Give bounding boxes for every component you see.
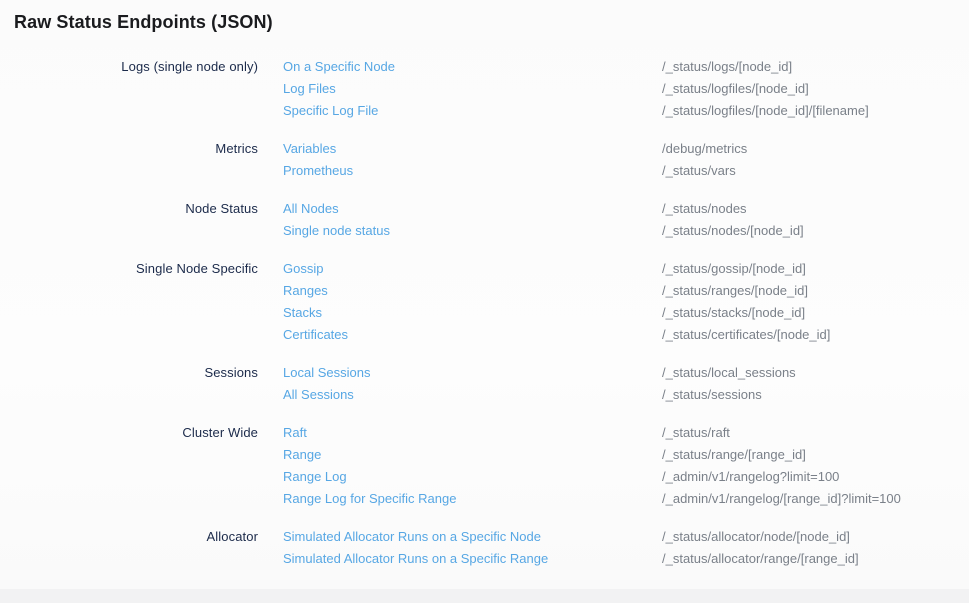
endpoint-path: /_admin/v1/rangelog/[range_id]?limit=100 <box>662 491 969 506</box>
endpoint-row: Range Log for Specific Range /_admin/v1/r… <box>0 487 969 509</box>
endpoint-row: Stacks /_status/stacks/[node_id] <box>0 301 969 323</box>
endpoint-path: /_status/logs/[node_id] <box>662 59 969 74</box>
endpoint-link-cell: Variables <box>283 141 637 156</box>
endpoint-group: Single Node Specific Gossip /_status/gossi… <box>0 257 969 345</box>
endpoint-path: /_status/logfiles/[node_id]/[filename] <box>662 103 969 118</box>
raw-status-endpoints-page: Raw Status Endpoints (JSON) Logs (single… <box>0 0 969 603</box>
endpoint-row: Range Log /_admin/v1/rangelog?limit=100 <box>0 465 969 487</box>
endpoint-link-cell: Range <box>283 447 637 462</box>
endpoint-link-cell: Ranges <box>283 283 637 298</box>
endpoint-row: Single Node Specific Gossip /_status/gossi… <box>0 257 969 279</box>
endpoint-link-cell: Gossip <box>283 261 637 276</box>
page-title: Raw Status Endpoints (JSON) <box>14 12 273 33</box>
category-label: Cluster Wide <box>0 425 258 440</box>
endpoint-link[interactable]: Specific Log File <box>283 103 378 118</box>
endpoint-link-cell: Stacks <box>283 305 637 320</box>
endpoint-link-cell: All Sessions <box>283 387 637 402</box>
endpoint-path: /_admin/v1/rangelog?limit=100 <box>662 469 969 484</box>
endpoint-link[interactable]: Range Log for Specific Range <box>283 491 456 506</box>
endpoint-path: /_status/nodes/[node_id] <box>662 223 969 238</box>
endpoint-link-cell: Certificates <box>283 327 637 342</box>
endpoint-row: Node Status All Nodes /_status/nodes <box>0 197 969 219</box>
endpoint-group: Cluster Wide Raft /_status/raft Range /_stat… <box>0 421 969 509</box>
endpoint-group: Logs (single node only) On a Specific Nod… <box>0 55 969 121</box>
endpoint-link[interactable]: All Nodes <box>283 201 339 216</box>
endpoints-table: Logs (single node only) On a Specific Nod… <box>0 55 969 585</box>
endpoint-path: /_status/range/[range_id] <box>662 447 969 462</box>
category-label: Logs (single node only) <box>0 59 258 74</box>
endpoint-row: Certificates /_status/certificates/[node_… <box>0 323 969 345</box>
endpoint-row: Specific Log File /_status/logfiles/[node… <box>0 99 969 121</box>
endpoint-path: /_status/nodes <box>662 201 969 216</box>
endpoint-group: Metrics Variables/debug/metrics Prometheus… <box>0 137 969 181</box>
endpoint-link-cell: On a Specific Node <box>283 59 637 74</box>
endpoint-row: Sessions Local Sessions /_status/local_ses… <box>0 361 969 383</box>
endpoint-link[interactable]: Simulated Allocator Runs on a Specific R… <box>283 551 548 566</box>
endpoint-link-cell: Range Log for Specific Range <box>283 491 637 506</box>
endpoint-link[interactable]: Single node status <box>283 223 390 238</box>
endpoint-link[interactable]: Range Log <box>283 469 347 484</box>
endpoint-link[interactable]: Range <box>283 447 321 462</box>
endpoint-path: /_status/allocator/range/[range_id] <box>662 551 969 566</box>
endpoint-link[interactable]: All Sessions <box>283 387 354 402</box>
endpoint-row: Log Files /_status/logfiles/[node_id] <box>0 77 969 99</box>
endpoint-link[interactable]: Local Sessions <box>283 365 370 380</box>
endpoint-path: /_status/stacks/[node_id] <box>662 305 969 320</box>
endpoint-link[interactable]: Variables <box>283 141 336 156</box>
endpoint-path: /_status/logfiles/[node_id] <box>662 81 969 96</box>
endpoint-row: Allocator Simulated Allocator Runs on a S… <box>0 525 969 547</box>
endpoint-path: /_status/ranges/[node_id] <box>662 283 969 298</box>
endpoint-link-cell: Single node status <box>283 223 637 238</box>
endpoint-link[interactable]: Gossip <box>283 261 323 276</box>
endpoint-link-cell: Prometheus <box>283 163 637 178</box>
endpoint-path: /_status/gossip/[node_id] <box>662 261 969 276</box>
endpoint-link-cell: Log Files <box>283 81 637 96</box>
category-label: Sessions <box>0 365 258 380</box>
endpoint-path: /_status/raft <box>662 425 969 440</box>
endpoint-link[interactable]: Log Files <box>283 81 336 96</box>
endpoint-link-cell: Range Log <box>283 469 637 484</box>
endpoint-path: /_status/allocator/node/[node_id] <box>662 529 969 544</box>
endpoint-link-cell: Raft <box>283 425 637 440</box>
endpoint-path: /_status/local_sessions <box>662 365 969 380</box>
endpoint-path: /_status/vars <box>662 163 969 178</box>
endpoint-row: Logs (single node only) On a Specific Nod… <box>0 55 969 77</box>
endpoint-path: /_status/certificates/[node_id] <box>662 327 969 342</box>
bottom-strip <box>0 589 969 603</box>
endpoint-link-cell: Specific Log File <box>283 103 637 118</box>
endpoint-row: Prometheus /_status/vars <box>0 159 969 181</box>
endpoint-link[interactable]: Ranges <box>283 283 328 298</box>
category-label: Allocator <box>0 529 258 544</box>
endpoint-link-cell: Simulated Allocator Runs on a Specific R… <box>283 551 637 566</box>
endpoint-link-cell: All Nodes <box>283 201 637 216</box>
endpoint-row: Cluster Wide Raft /_status/raft <box>0 421 969 443</box>
category-label: Node Status <box>0 201 258 216</box>
endpoint-group: Sessions Local Sessions /_status/local_ses… <box>0 361 969 405</box>
endpoint-link-cell: Simulated Allocator Runs on a Specific N… <box>283 529 637 544</box>
category-label: Single Node Specific <box>0 261 258 276</box>
endpoint-link[interactable]: On a Specific Node <box>283 59 395 74</box>
endpoint-link-cell: Local Sessions <box>283 365 637 380</box>
endpoint-group: Node Status All Nodes /_status/nodes Single… <box>0 197 969 241</box>
endpoint-path: /_status/sessions <box>662 387 969 402</box>
endpoint-group: Allocator Simulated Allocator Runs on a S… <box>0 525 969 569</box>
endpoint-link[interactable]: Prometheus <box>283 163 353 178</box>
endpoint-row: Metrics Variables/debug/metrics <box>0 137 969 159</box>
endpoint-link[interactable]: Simulated Allocator Runs on a Specific N… <box>283 529 541 544</box>
endpoint-row: Single node status /_status/nodes/[node_i… <box>0 219 969 241</box>
category-label: Metrics <box>0 141 258 156</box>
endpoint-row: Range /_status/range/[range_id] <box>0 443 969 465</box>
endpoint-link[interactable]: Certificates <box>283 327 348 342</box>
endpoint-path: /debug/metrics <box>662 141 969 156</box>
endpoint-link[interactable]: Raft <box>283 425 307 440</box>
endpoint-row: Simulated Allocator Runs on a Specific R… <box>0 547 969 569</box>
endpoint-row: All Sessions /_status/sessions <box>0 383 969 405</box>
endpoint-link[interactable]: Stacks <box>283 305 322 320</box>
endpoint-row: Ranges /_status/ranges/[node_id] <box>0 279 969 301</box>
